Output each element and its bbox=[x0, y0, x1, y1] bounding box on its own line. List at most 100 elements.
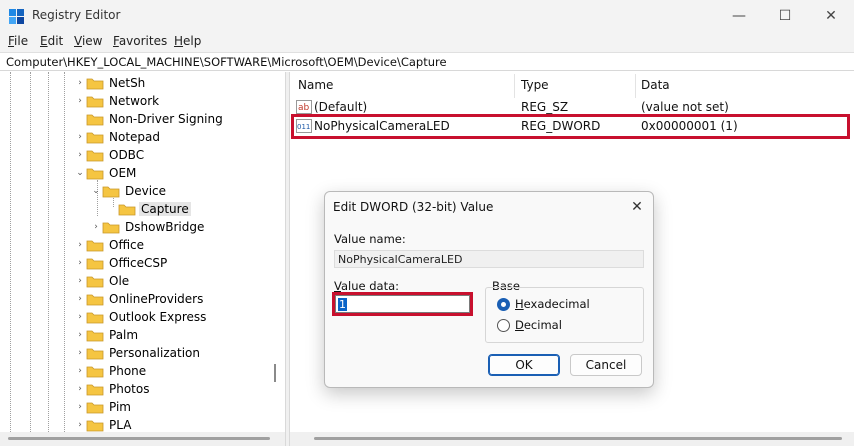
chevron-right-icon[interactable]: › bbox=[74, 96, 86, 106]
tree-item[interactable]: › Personalization bbox=[74, 344, 202, 362]
svg-text:ab: ab bbox=[298, 103, 310, 113]
chevron-right-icon[interactable]: › bbox=[74, 78, 86, 88]
tree-item[interactable]: › ODBC bbox=[74, 146, 146, 164]
folder-icon bbox=[86, 258, 104, 269]
tree-item[interactable]: › Notepad bbox=[74, 128, 162, 146]
chevron-right-icon[interactable]: › bbox=[74, 330, 86, 340]
list-horizontal-scrollbar[interactable] bbox=[290, 432, 854, 446]
tree-item[interactable]: › PLA bbox=[74, 416, 133, 432]
folder-icon bbox=[86, 312, 104, 323]
chevron-right-icon[interactable]: › bbox=[74, 366, 86, 376]
folder-open-icon bbox=[118, 204, 136, 215]
menu-view[interactable]: View bbox=[74, 34, 102, 48]
tree-item-label: Personalization bbox=[109, 346, 200, 360]
tree-item[interactable]: Capture bbox=[106, 200, 191, 218]
tree-item[interactable]: › DshowBridge bbox=[90, 218, 206, 236]
tree-item-label: Capture bbox=[139, 202, 191, 216]
folder-icon bbox=[86, 330, 104, 341]
tree-item-label: Phone bbox=[109, 364, 147, 378]
tree-item-label: Palm bbox=[109, 328, 139, 342]
tree-item[interactable]: ⌄ Device bbox=[90, 182, 168, 200]
tree-scrollbar-thumb[interactable] bbox=[274, 364, 276, 382]
tree-item[interactable]: › Pim bbox=[74, 398, 133, 416]
tree-item[interactable]: › Outlook Express bbox=[74, 308, 208, 326]
folder-icon bbox=[86, 114, 104, 125]
highlight-box bbox=[332, 292, 473, 316]
tree-item[interactable]: › Office bbox=[74, 236, 146, 254]
folder-icon bbox=[86, 276, 104, 287]
chevron-right-icon[interactable]: › bbox=[74, 384, 86, 394]
tree-item[interactable]: › Ole bbox=[74, 272, 131, 290]
chevron-right-icon[interactable]: › bbox=[74, 258, 86, 268]
tree-item-label: PLA bbox=[109, 418, 132, 432]
tree-item[interactable]: › NetSh bbox=[74, 74, 147, 92]
menu-favorites[interactable]: Favorites bbox=[113, 34, 167, 48]
tree-guide-line bbox=[48, 72, 49, 432]
dialog-title: Edit DWORD (32-bit) Value bbox=[333, 200, 494, 214]
chevron-right-icon[interactable]: › bbox=[74, 402, 86, 412]
chevron-right-icon[interactable]: › bbox=[74, 294, 86, 304]
maximize-button[interactable]: ☐ bbox=[762, 0, 808, 32]
tree-item[interactable]: ⌄ OEM bbox=[74, 164, 138, 182]
tree-item-label: Outlook Express bbox=[109, 310, 207, 324]
tree-item[interactable]: › Phone bbox=[74, 362, 148, 380]
radio-hexadecimal[interactable]: Hexadecimal bbox=[497, 297, 590, 311]
key-tree[interactable]: › NetSh › Network Non-Driver Signing › Notepad… bbox=[0, 72, 285, 432]
column-divider[interactable] bbox=[514, 74, 515, 98]
dialog-close-button[interactable]: ✕ bbox=[625, 196, 649, 218]
minimize-button[interactable]: — bbox=[716, 0, 762, 32]
tree-item[interactable]: › OnlineProviders bbox=[74, 290, 205, 308]
window-title: Registry Editor bbox=[32, 8, 121, 22]
value-name-field: NoPhysicalCameraLED bbox=[334, 250, 644, 268]
value-name-label: Value name: bbox=[334, 232, 406, 246]
address-bar[interactable]: Computer\HKEY_LOCAL_MACHINE\SOFTWARE\Mic… bbox=[0, 52, 854, 71]
tree-item[interactable]: › Photos bbox=[74, 380, 151, 398]
close-button[interactable]: ✕ bbox=[808, 0, 854, 32]
chevron-right-icon[interactable]: › bbox=[74, 240, 86, 250]
tree-item[interactable]: Non-Driver Signing bbox=[74, 110, 225, 128]
folder-icon bbox=[86, 366, 104, 377]
chevron-right-icon[interactable]: › bbox=[74, 276, 86, 286]
tree-item-label: Notepad bbox=[109, 130, 160, 144]
tree-guide-line bbox=[64, 72, 65, 432]
tree-item-label: Photos bbox=[109, 382, 150, 396]
folder-icon bbox=[86, 420, 104, 431]
scrollbar-thumb[interactable] bbox=[314, 437, 842, 440]
menu-file[interactable]: File bbox=[8, 34, 28, 48]
tree-item-label: NetSh bbox=[109, 76, 146, 90]
radio-decimal[interactable]: Decimal bbox=[497, 318, 562, 332]
chevron-right-icon[interactable]: › bbox=[74, 420, 86, 430]
folder-icon bbox=[86, 402, 104, 413]
ok-button[interactable]: OK bbox=[488, 354, 560, 376]
folder-icon bbox=[102, 222, 120, 233]
cancel-button[interactable]: Cancel bbox=[570, 354, 642, 376]
tree-item-label: ODBC bbox=[109, 148, 145, 162]
tree-horizontal-scrollbar[interactable] bbox=[0, 432, 285, 446]
tree-item-label: DshowBridge bbox=[125, 220, 205, 234]
tree-item-label: Device bbox=[125, 184, 167, 198]
tree-guide-line bbox=[10, 72, 11, 432]
column-divider[interactable] bbox=[635, 74, 636, 98]
scrollbar-thumb[interactable] bbox=[8, 437, 270, 440]
edit-dword-dialog: Edit DWORD (32-bit) Value ✕ Value name: … bbox=[324, 191, 654, 388]
chevron-right-icon[interactable]: › bbox=[90, 222, 102, 232]
column-name[interactable]: Name bbox=[298, 78, 333, 92]
menu-help[interactable]: Help bbox=[174, 34, 201, 48]
chevron-down-icon[interactable]: ⌄ bbox=[74, 168, 86, 178]
tree-item[interactable]: › Palm bbox=[74, 326, 140, 344]
tree-item[interactable]: › Network bbox=[74, 92, 161, 110]
chevron-right-icon[interactable]: › bbox=[74, 150, 86, 160]
column-data[interactable]: Data bbox=[641, 78, 670, 92]
value-data: (value not set) bbox=[641, 100, 729, 114]
chevron-right-icon[interactable]: › bbox=[74, 348, 86, 358]
chevron-right-icon[interactable]: › bbox=[74, 312, 86, 322]
tree-item-label: Ole bbox=[109, 274, 130, 288]
folder-icon bbox=[86, 348, 104, 359]
tree-item[interactable]: › OfficeCSP bbox=[74, 254, 169, 272]
folder-icon bbox=[86, 384, 104, 395]
chevron-right-icon[interactable]: › bbox=[74, 132, 86, 142]
column-type[interactable]: Type bbox=[521, 78, 549, 92]
menu-edit[interactable]: Edit bbox=[40, 34, 63, 48]
string-value-icon: ab bbox=[296, 100, 312, 114]
chevron-down-icon[interactable]: ⌄ bbox=[90, 186, 102, 196]
